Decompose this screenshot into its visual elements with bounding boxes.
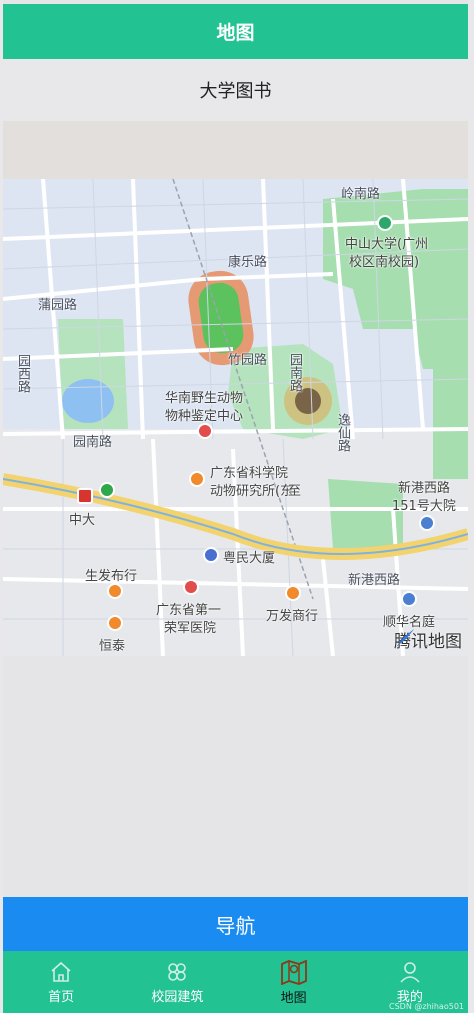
content-area [3,656,468,897]
university-icon [377,215,393,231]
building-name-label: 大学图书 [199,81,272,102]
tab-bar: 首页 校园建筑 地图 我的 CSDN @zhihao501 [3,951,468,1013]
tencent-map-logo-icon [396,629,414,647]
poi-label: 华南野生动物 [165,391,244,406]
tab-label: 首页 [48,989,75,1005]
poi-label: 至 [288,484,302,499]
poi-label: 151号大院 [392,499,456,514]
map-brand: 腾讯地图 [394,627,462,652]
building-icon [203,547,219,563]
poi-label: 广东省第一 [156,603,222,618]
metro-station-label: 中大 [69,513,96,528]
road-label: 园南路 [287,353,302,392]
home-icon [51,961,71,982]
tab-label: 校园建筑 [151,989,204,1005]
page-header: 地图 [3,4,468,59]
residence-icon [401,591,417,607]
metro-icon [77,488,93,504]
navigate-button[interactable]: 导航 [3,897,468,951]
road-label: 园西路 [15,354,30,393]
tab-buildings[interactable]: 校园建筑 [119,951,235,1013]
residence-icon [419,515,435,531]
poi-label: 动物研究所(东 [210,484,294,499]
poi-label: 新港西路 [398,481,451,496]
restaurant-icon [189,471,205,487]
road-label: 逸仙路 [335,413,350,452]
building-name: 大学图书 [3,59,468,121]
road-label: 蒲园路 [38,298,78,313]
tab-label: 地图 [280,990,307,1006]
poi-label: 中山大学(广州 [345,237,429,252]
user-icon [400,961,420,983]
road-label: 竹园路 [228,353,268,368]
tab-map[interactable]: 地图 [236,951,352,1013]
divider-band [3,121,468,179]
shop-icon [107,583,123,599]
poi-label: 校区南校园) [349,255,420,270]
road-label: 园南路 [73,435,113,450]
road-label: 康乐路 [228,255,268,270]
map-view[interactable]: 岭南路 康乐路 蒲园路 园西路 竹园路 园南路 园南路 逸仙路 新港西路 中山大… [3,179,468,656]
poi-label: 恒泰 [99,639,126,654]
poi-label: 物种鉴定中心 [165,409,244,424]
shop-icon [285,585,301,601]
metro-exit-icon [99,482,115,498]
road-label: 岭南路 [341,187,381,202]
buildings-icon [168,962,187,981]
road-label: 新港西路 [348,573,401,588]
shop-icon [107,615,123,631]
poi-label: 生发布行 [85,569,138,584]
institute-icon [197,423,213,439]
poi-label: 广东省科学院 [210,466,289,481]
hospital-icon [183,579,199,595]
app-frame: 地图 大学图书 岭南路 康乐路 蒲园路 园西路 竹园路 园南路 园南路 逸仙路 … [3,0,468,1013]
page-title: 地图 [216,22,255,44]
watermark: CSDN @zhihao501 [389,1002,464,1011]
poi-label: 荣军医院 [164,621,217,636]
tab-home[interactable]: 首页 [3,951,119,1013]
poi-label: 粤民大厦 [223,551,276,566]
map-icon [280,959,307,985]
poi-label: 万发商行 [266,609,319,624]
